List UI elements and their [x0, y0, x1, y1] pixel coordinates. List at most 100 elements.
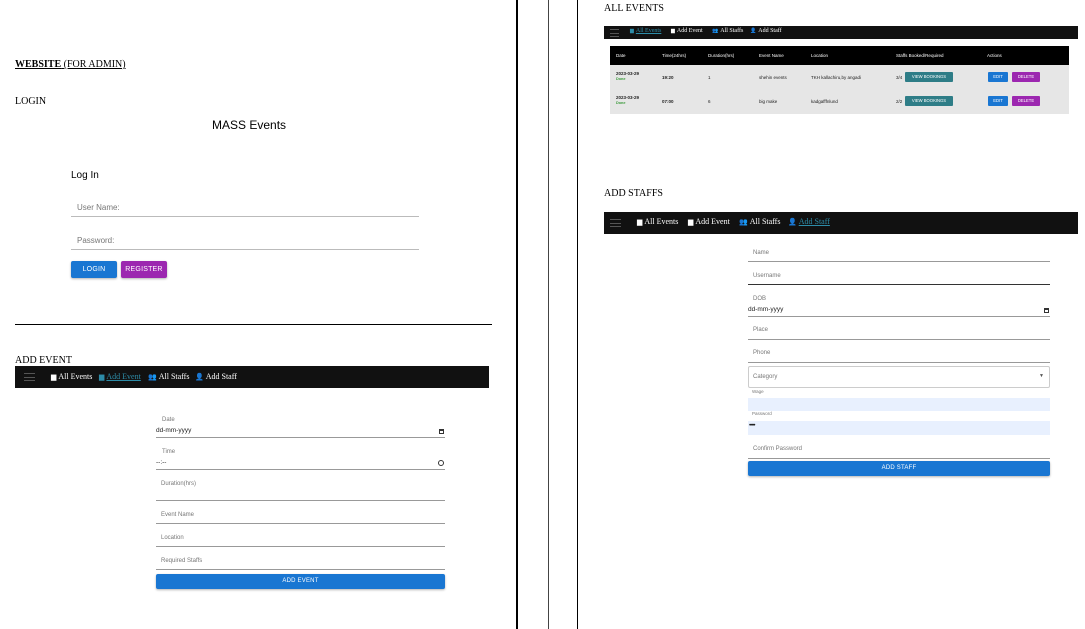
person-add-icon: 👤 [750, 29, 757, 34]
event-name-underline [156, 523, 445, 524]
menu-icon[interactable] [610, 29, 619, 37]
name-underline [748, 261, 1050, 262]
password-input[interactable]: Password: [77, 236, 114, 245]
nav-add-staff[interactable]: 👤 Add Staff [788, 217, 830, 226]
password-input[interactable]: ••••• [748, 421, 1050, 435]
row-event: big make [759, 99, 778, 104]
people-icon: 👥 [739, 218, 748, 226]
login-button[interactable]: LOGIN [71, 261, 117, 278]
nav-add-staff[interactable]: 👤 Add Staff [195, 372, 237, 381]
calendar-icon: ▆ [630, 29, 634, 34]
dob-underline [748, 316, 1050, 317]
row-booked: 2/2 [896, 99, 903, 104]
date-label: Date [162, 417, 175, 423]
add-staffs-heading: ADD STAFFS [604, 188, 663, 199]
phone-input[interactable]: Phone [753, 350, 770, 356]
login-title: Log In [71, 170, 99, 181]
row-event: shehin events [759, 75, 787, 80]
required-staffs-underline [156, 569, 445, 570]
col-time: Time(24hrs) [662, 53, 687, 58]
calendar-icon[interactable] [1044, 308, 1049, 313]
menu-icon[interactable] [610, 219, 621, 227]
page-divider-right [577, 0, 578, 629]
table-row: 2023-03-29 Done 07:00 6 big make kadgafff… [610, 89, 1069, 114]
nav-add-event[interactable]: ▆ Add Event [99, 372, 141, 381]
row-time: 07:00 [662, 99, 674, 104]
place-input[interactable]: Place [753, 327, 768, 333]
menu-icon[interactable] [24, 373, 35, 381]
chevron-down-icon: ▼ [1039, 374, 1044, 379]
password-input-underline [71, 249, 419, 250]
all-events-heading: ALL EVENTS [604, 3, 664, 14]
nav-all-events[interactable]: ▆ All Events [630, 28, 661, 34]
nav-add-event[interactable]: ▆ Add Event [671, 28, 703, 34]
nav-add-staff[interactable]: 👤 Add Staff [750, 28, 782, 34]
calendar-icon: ▆ [637, 218, 643, 226]
navbar-all-events: ▆ All Events ▆ Add Event 👥 All Staffs 👤 Add … [604, 26, 1078, 39]
edit-button[interactable]: EDIT [988, 96, 1008, 106]
register-button[interactable]: REGISTER [121, 261, 167, 278]
phone-underline [748, 362, 1050, 363]
col-event-name: Event Name [759, 53, 784, 58]
calendar-plus-icon: ▆ [99, 373, 105, 381]
name-input[interactable]: Name [753, 250, 769, 256]
time-underline [156, 469, 445, 470]
required-staffs-input[interactable]: Required Staffs [161, 558, 202, 564]
row-duration: 1 [708, 75, 711, 80]
time-label: Time [162, 449, 176, 455]
app-title: MASS Events [212, 118, 287, 132]
password-label: Password [752, 411, 772, 416]
row-date: 2023-03-29 Done [616, 71, 640, 81]
row-date: 2023-03-29 Done [616, 95, 640, 105]
location-underline [156, 546, 445, 547]
row-duration: 6 [708, 99, 711, 104]
people-icon: 👥 [712, 29, 719, 34]
nav-all-staffs[interactable]: 👥 All Staffs [712, 28, 743, 34]
nav-add-event[interactable]: ▆ Add Event [688, 217, 730, 226]
clock-icon[interactable] [438, 460, 444, 466]
add-staff-button[interactable]: ADD STAFF [748, 461, 1050, 476]
edit-button[interactable]: EDIT [988, 72, 1008, 82]
confirm-password-underline [748, 458, 1050, 459]
nav-all-staffs[interactable]: 👥 All Staffs [148, 372, 189, 381]
username-input-underline [71, 216, 419, 217]
person-add-icon: 👤 [788, 218, 797, 226]
calendar-icon[interactable] [439, 429, 444, 434]
navbar-add-event: ▆ All Events ▆ Add Event 👥 All Staffs 👤 Add … [15, 366, 489, 388]
location-input[interactable]: Location [161, 535, 184, 541]
view-bookings-button[interactable]: VIEW BOOKINGS [905, 72, 953, 82]
delete-button[interactable]: DELETE [1012, 96, 1040, 106]
add-event-heading: ADD EVENT [15, 355, 72, 366]
username-input[interactable]: User Name: [77, 203, 120, 212]
dob-input[interactable]: dd-mm-yyyy [748, 306, 783, 313]
confirm-password-input[interactable]: Confirm Password [753, 446, 802, 452]
add-event-button[interactable]: ADD EVENT [156, 574, 445, 589]
category-select[interactable]: Category ▼ [748, 366, 1050, 388]
time-input[interactable]: --:-- [156, 459, 166, 466]
nav-all-staffs[interactable]: 👥 All Staffs [739, 217, 780, 226]
nav-all-events[interactable]: ▆ All Events [637, 217, 678, 226]
page-divider-mid [548, 0, 549, 629]
place-underline [748, 339, 1050, 340]
duration-input[interactable]: Duration(hrs) [161, 481, 196, 487]
col-duration: Duration(hrs) [708, 53, 735, 58]
event-name-input[interactable]: Event Name [161, 512, 194, 518]
date-input[interactable]: dd-mm-yyyy [156, 427, 191, 434]
wage-label: Wage [752, 389, 764, 394]
category-label: Category [753, 374, 778, 380]
nav-all-events[interactable]: ▆ All Events [51, 372, 92, 381]
col-location: Location [811, 53, 829, 58]
wage-input[interactable] [748, 398, 1050, 411]
view-bookings-button[interactable]: VIEW BOOKINGS [905, 96, 953, 106]
delete-button[interactable]: DELETE [1012, 72, 1040, 82]
password-value: ••••• [749, 423, 755, 429]
username-input[interactable]: Username [753, 273, 781, 279]
duration-underline [156, 500, 445, 501]
website-heading: WEBSITE (FOR ADMIN) [15, 59, 126, 70]
col-staffs: Staffs Booked/Required [896, 53, 944, 58]
login-heading: LOGIN [15, 96, 47, 107]
date-underline [156, 437, 445, 438]
calendar-plus-icon: ▆ [671, 29, 675, 34]
people-icon: 👥 [148, 373, 157, 381]
username-underline [748, 284, 1050, 285]
